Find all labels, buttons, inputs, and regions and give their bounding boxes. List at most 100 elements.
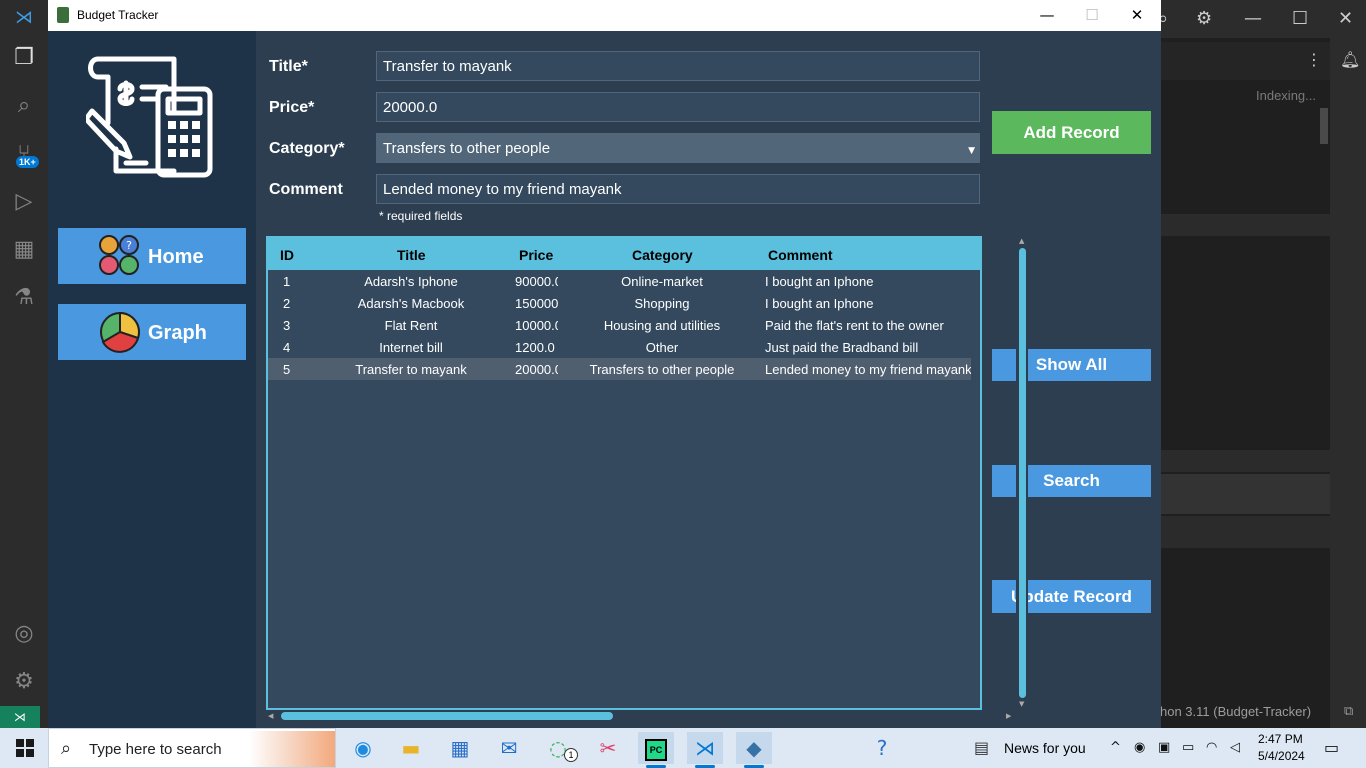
wifi-icon[interactable]: ◠: [1206, 740, 1217, 755]
table-horizontal-scrollbar[interactable]: ◀ ▶: [266, 710, 1016, 722]
vertical-scroll-thumb[interactable]: [1019, 248, 1026, 698]
add-record-button[interactable]: Add Record: [992, 111, 1151, 154]
graph-button[interactable]: Graph: [58, 304, 246, 360]
horizontal-scroll-thumb[interactable]: [281, 712, 613, 720]
microsoft-store-icon[interactable]: ▦: [442, 732, 478, 764]
column-header-id[interactable]: ID: [280, 247, 294, 263]
bell-icon[interactable]: 🔔︎: [1340, 50, 1360, 69]
windows-start-icon[interactable]: [16, 739, 34, 757]
feedback-icon[interactable]: ⧉: [1344, 704, 1353, 719]
scroll-right-icon[interactable]: ▶: [1006, 712, 1011, 720]
windows-taskbar: ⌕ Type here to search ◉ ▬ ▦ ✉ ◌ 1 ✂ PC ⋊…: [0, 728, 1366, 768]
vscode-minimize-icon[interactable]: —: [1244, 8, 1262, 29]
maximize-button[interactable]: ☐: [1069, 0, 1115, 31]
home-label: Home: [148, 246, 204, 268]
vscode-scrollbar[interactable]: [1320, 108, 1328, 144]
cell-title: Adarsh's Iphone: [364, 274, 458, 289]
location-icon[interactable]: ◉: [1134, 740, 1145, 755]
monitor-icon[interactable]: ▣: [1158, 740, 1170, 755]
python-app-icon[interactable]: ◆: [736, 732, 772, 764]
vscode-section-bar: [1160, 214, 1330, 236]
scroll-left-icon[interactable]: ◀: [268, 712, 273, 720]
more-actions-icon[interactable]: ⋮: [1306, 50, 1322, 69]
pycharm-icon[interactable]: PC: [638, 732, 674, 764]
run-debug-icon[interactable]: ▷: [10, 188, 38, 216]
cell-title: Transfer to mayank: [355, 362, 467, 377]
comment-input[interactable]: Lended money to my friend mayank: [376, 174, 980, 204]
table-row[interactable]: 4 Internet bill 1200.0 Other Just paid t…: [268, 336, 971, 358]
cell-category: Shopping: [634, 296, 690, 311]
sidebar: ? Home Graph: [48, 31, 256, 728]
price-input[interactable]: 20000.0: [376, 92, 980, 122]
manage-gear-icon[interactable]: ⚙: [10, 668, 38, 696]
cell-title: Adarsh's Macbook: [357, 296, 465, 311]
edge-browser-icon[interactable]: ◉: [345, 732, 381, 764]
help-icon[interactable]: ?: [864, 732, 900, 764]
vscode-taskbar-icon[interactable]: ⋊: [687, 732, 723, 764]
news-widget-label[interactable]: News for you: [1004, 740, 1086, 756]
vscode-settings-icon[interactable]: ⚙: [1196, 8, 1212, 29]
home-button[interactable]: ? Home: [58, 228, 246, 284]
table-row[interactable]: 1 Adarsh's Iphone 90000.0 Online-market …: [268, 270, 971, 292]
file-explorer-icon[interactable]: ▬: [393, 732, 429, 764]
records-table[interactable]: ID Title Price Category Comment 1 Adarsh…: [266, 236, 982, 710]
column-header-title[interactable]: Title: [397, 247, 426, 263]
account-icon[interactable]: ◎: [10, 620, 38, 648]
category-value: Transfers to other people: [383, 140, 551, 157]
minimize-button[interactable]: —: [1024, 0, 1070, 31]
taskbar-search-box[interactable]: ⌕ Type here to search: [48, 728, 336, 768]
column-header-price[interactable]: Price: [519, 247, 553, 263]
mail-icon[interactable]: ✉: [491, 732, 527, 764]
vscode-status-python[interactable]: hon 3.11 (Budget-Tracker) ⧉: [1160, 700, 1366, 728]
cell-category: Online-market: [621, 274, 703, 289]
cell-id: 5: [283, 362, 291, 377]
cell-price: 150000: [515, 296, 558, 311]
python-interpreter-label[interactable]: hon 3.11 (Budget-Tracker): [1160, 704, 1311, 719]
notification-center-icon[interactable]: ▭: [1324, 738, 1339, 757]
close-button[interactable]: ✕: [1114, 0, 1160, 31]
vscode-section-bar: [1160, 516, 1330, 548]
cell-price: 20000.0: [515, 362, 558, 377]
table-row-selected[interactable]: 5 Transfer to mayank 20000.0 Transfers t…: [268, 358, 971, 380]
title-input[interactable]: Transfer to mayank: [376, 51, 980, 81]
category-select[interactable]: Transfers to other people ▼: [376, 133, 980, 163]
column-header-comment[interactable]: Comment: [768, 247, 833, 263]
system-clock[interactable]: 2:47 PM 5/4/2024: [1258, 731, 1305, 765]
search-icon: ⌕: [61, 738, 72, 759]
table-vertical-scrollbar[interactable]: ▲ ▼: [1016, 236, 1028, 710]
snipping-tool-icon[interactable]: ✂: [590, 732, 626, 764]
app-icon: [57, 7, 69, 23]
extensions-icon[interactable]: ▦: [10, 236, 38, 264]
window-title: Budget Tracker: [77, 8, 159, 22]
search-icon[interactable]: ⌕: [10, 92, 38, 120]
vscode-logo-icon: ⋊: [15, 7, 33, 28]
volume-icon[interactable]: ◁: [1230, 740, 1240, 755]
table-row[interactable]: 3 Flat Rent 10000.0 Housing and utilitie…: [268, 314, 971, 336]
budget-tracker-window: Budget Tracker — ☐ ✕ ? Home Graph Title*…: [48, 0, 1161, 728]
vscode-maximize-icon[interactable]: ☐: [1292, 8, 1308, 29]
clock-time: 2:47 PM: [1258, 732, 1303, 746]
vscode-notification-strip: 🔔︎: [1330, 38, 1366, 728]
vscode-close-icon[interactable]: ✕: [1338, 8, 1353, 29]
explorer-icon[interactable]: ❐: [10, 44, 38, 72]
battery-icon[interactable]: ▭: [1182, 740, 1194, 755]
category-label: Category*: [269, 140, 345, 157]
cell-category: Housing and utilities: [603, 318, 721, 333]
cell-title: Internet bill: [379, 340, 443, 355]
home-icon: ?: [99, 235, 139, 275]
table-row[interactable]: 2 Adarsh's Macbook 150000 Shopping I bou…: [268, 292, 971, 314]
scroll-down-icon[interactable]: ▼: [1019, 700, 1024, 708]
clock-date: 5/4/2024: [1258, 749, 1305, 763]
tray-overflow-icon[interactable]: ^: [1110, 740, 1121, 755]
remote-indicator-icon[interactable]: ⋊: [0, 706, 40, 728]
dropdown-arrow-icon[interactable]: ▼: [968, 146, 975, 156]
news-widget-icon[interactable]: ▤: [974, 738, 989, 757]
scroll-up-icon[interactable]: ▲: [1019, 237, 1024, 245]
cell-id: 4: [283, 340, 291, 355]
cell-price: 10000.0: [515, 318, 558, 333]
cell-price: 90000.0: [515, 274, 558, 289]
cell-comment: Paid the flat's rent to the owner: [765, 318, 944, 333]
column-header-category[interactable]: Category: [632, 247, 693, 263]
testing-icon[interactable]: ⚗: [10, 284, 38, 312]
cell-id: 3: [283, 318, 291, 333]
